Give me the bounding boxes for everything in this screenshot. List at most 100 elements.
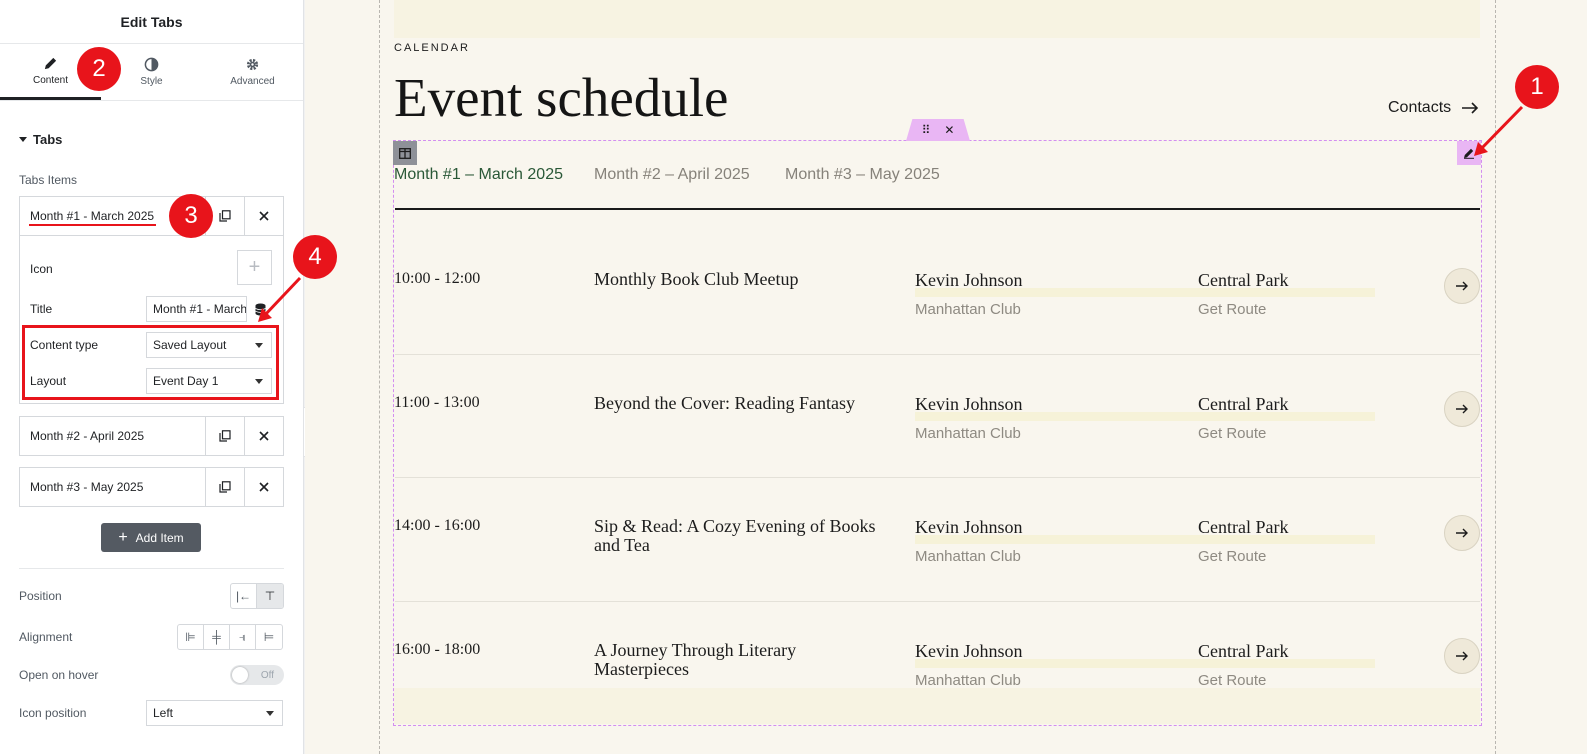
align-center-icon[interactable]: ╪	[204, 625, 230, 649]
icon-position-select[interactable]: Left	[146, 700, 283, 726]
event-name: Beyond the Cover: Reading Fantasy	[594, 393, 855, 413]
host-name: Kevin Johnson	[915, 270, 1023, 290]
remove-item-2-button[interactable]	[244, 417, 283, 455]
arrow-right-icon	[1456, 651, 1468, 661]
widget-handle[interactable]: ⠿ ✕	[906, 119, 970, 141]
row-separator	[395, 601, 1480, 602]
arrow-right-icon	[1456, 404, 1468, 414]
event-place: Central Park Get Route	[1198, 641, 1288, 689]
preview-tab-3[interactable]: Month #3 – May 2025	[785, 166, 940, 184]
tab-item-1[interactable]: Month #1 - March 2025	[19, 196, 284, 236]
contacts-link[interactable]: Contacts	[1388, 99, 1479, 117]
event-name: A Journey Through Literary Masterpieces	[594, 640, 797, 679]
place-name: Central Park	[1198, 517, 1289, 537]
host-club: Manhattan Club	[915, 301, 1021, 318]
place-name: Central Park	[1198, 270, 1289, 290]
columns-icon	[399, 147, 411, 159]
get-route-link[interactable]: Get Route	[1198, 672, 1288, 689]
row-separator	[395, 354, 1480, 355]
tabs-divider	[395, 208, 1480, 210]
plus-icon: +	[118, 528, 128, 546]
align-stretch-icon[interactable]: ⊨	[256, 625, 282, 649]
host-name: Kevin Johnson	[915, 394, 1023, 414]
tabs-items-label: Tabs Items	[19, 173, 78, 187]
arrow-right-icon	[1456, 528, 1468, 538]
tab-item-2-label[interactable]: Month #2 - April 2025	[20, 417, 205, 455]
event-arrow-button[interactable]	[1444, 268, 1480, 304]
preview-tab-2[interactable]: Month #2 – April 2025	[594, 166, 750, 184]
event-arrow-button[interactable]	[1444, 638, 1480, 674]
preview-tab-1[interactable]: Month #1 – March 2025	[394, 166, 563, 184]
get-route-link[interactable]: Get Route	[1198, 548, 1288, 565]
panel-tabs: Content Style Advanced	[0, 44, 303, 101]
event-arrow-button[interactable]	[1444, 515, 1480, 551]
host-club: Manhattan Club	[915, 548, 1021, 565]
pencil-icon	[44, 57, 57, 69]
get-route-link[interactable]: Get Route	[1198, 425, 1288, 442]
host-club: Manhattan Club	[915, 672, 1021, 689]
alignment-label: Alignment	[19, 630, 73, 644]
section-kicker: CALENDAR	[394, 42, 470, 54]
arrow-right-icon	[1456, 281, 1468, 291]
title-input[interactable]: Month #1 - March 2025	[146, 296, 247, 322]
get-route-link[interactable]: Get Route	[1198, 301, 1288, 318]
section-toggle-tabs[interactable]: Tabs	[19, 132, 62, 147]
close-icon	[259, 482, 269, 492]
annotation-underline	[29, 224, 156, 226]
open-on-hover-toggle[interactable]: Off	[230, 665, 284, 685]
database-icon	[254, 303, 266, 315]
annotation-badge-4: 4	[293, 235, 337, 279]
event-time: 16:00 - 18:00	[394, 641, 481, 658]
title-label: Title	[30, 302, 53, 316]
arrow-right-icon	[1462, 102, 1479, 114]
panel-header: Edit Tabs	[0, 0, 303, 44]
tab-item-3[interactable]: Month #3 - May 2025	[19, 467, 284, 507]
tab-item-3-label[interactable]: Month #3 - May 2025	[20, 468, 205, 506]
section-divider	[19, 568, 284, 569]
add-item-button[interactable]: + Add Item	[101, 523, 201, 552]
position-top-icon[interactable]: ⊤	[257, 584, 283, 608]
copy-icon	[219, 210, 231, 222]
event-time: 14:00 - 16:00	[394, 517, 481, 534]
duplicate-item-3-button[interactable]	[205, 468, 244, 506]
top-strip	[394, 0, 1480, 38]
event-name: Sip & Read: A Cozy Evening of Books and …	[594, 516, 876, 555]
event-place: Central Park Get Route	[1198, 517, 1288, 565]
icon-position-label: Icon position	[19, 706, 87, 720]
icon-picker-button[interactable]: +	[237, 250, 272, 285]
tab-content-label: Content	[32, 74, 69, 86]
icon-label: Icon	[30, 262, 53, 276]
tab-style-label: Style	[140, 76, 163, 87]
section-title: Tabs	[33, 132, 63, 147]
duplicate-item-2-button[interactable]	[205, 417, 244, 455]
remove-item-1-button[interactable]	[244, 197, 283, 235]
event-host: Kevin Johnson Manhattan Club	[915, 641, 1023, 689]
event-time: 10:00 - 12:00	[394, 270, 481, 287]
copy-icon	[219, 481, 231, 493]
open-on-hover-label: Open on hover	[19, 668, 99, 682]
align-start-icon[interactable]: ⊫	[178, 625, 204, 649]
edit-widget-button[interactable]	[1457, 141, 1481, 165]
column-icon[interactable]	[393, 141, 417, 165]
event-place: Central Park Get Route	[1198, 270, 1288, 318]
panel-title: Edit Tabs	[120, 13, 183, 30]
tab-item-2[interactable]: Month #2 - April 2025	[19, 416, 284, 456]
tab-advanced[interactable]: Advanced	[202, 44, 303, 100]
event-arrow-button[interactable]	[1444, 391, 1480, 427]
guide-line-right	[1495, 0, 1496, 754]
plus-icon: +	[248, 256, 261, 278]
contacts-label: Contacts	[1388, 99, 1452, 116]
add-item-label: Add Item	[135, 530, 184, 545]
position-start-icon[interactable]: |←	[231, 584, 257, 608]
remove-item-3-button[interactable]	[244, 468, 283, 506]
place-name: Central Park	[1198, 394, 1289, 414]
host-club: Manhattan Club	[915, 425, 1021, 442]
position-label: Position	[19, 589, 62, 603]
drag-handle-icon[interactable]: ⠿	[922, 123, 931, 137]
dynamic-tags-button[interactable]	[247, 296, 273, 322]
host-name: Kevin Johnson	[915, 641, 1023, 661]
close-icon[interactable]: ✕	[944, 123, 954, 137]
caret-down-icon	[19, 137, 27, 142]
event-host: Kevin Johnson Manhattan Club	[915, 394, 1023, 442]
align-end-icon[interactable]: ⫣	[230, 625, 256, 649]
